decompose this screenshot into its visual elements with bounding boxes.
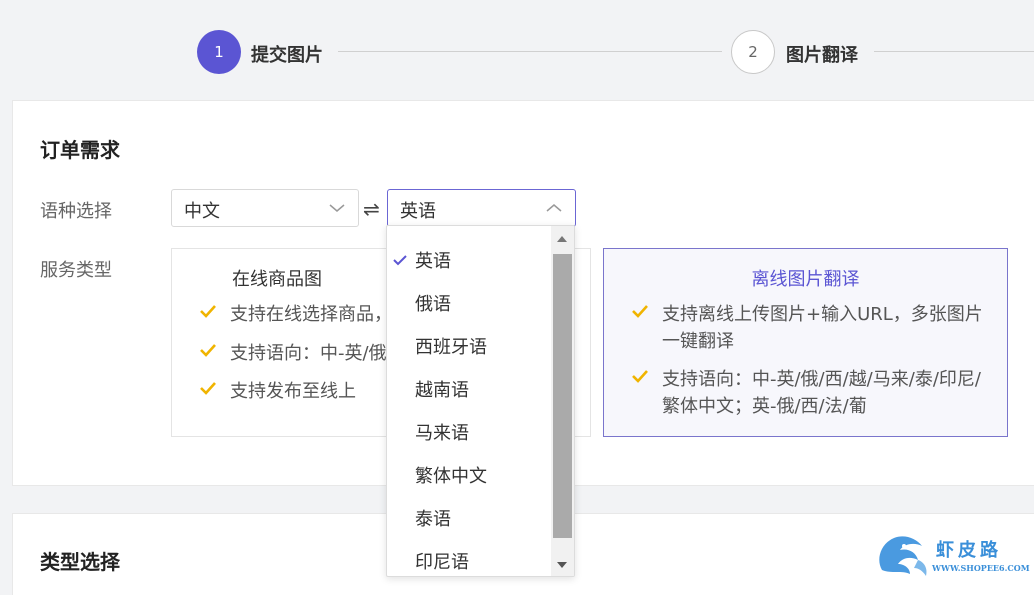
watermark: 虾皮路 WWW.SHOPEE6.COM	[874, 530, 1030, 585]
feature-text: 支持语向：中-英/俄/西/越/马来/泰/印尼/繁体中文；英-俄/西/法/葡	[662, 369, 981, 417]
step-connector	[874, 51, 1034, 52]
feature-item: 支持发布至线上	[200, 378, 356, 405]
step-connector	[338, 51, 722, 52]
feature-text: 支持发布至线上	[230, 381, 356, 402]
step-1-label: 提交图片	[251, 45, 323, 66]
dropdown-option-selected[interactable]: 英语	[387, 240, 551, 283]
target-language-select[interactable]: 英语	[387, 189, 576, 227]
language-label: 语种选择	[40, 201, 112, 222]
source-language-select[interactable]: 中文	[171, 189, 359, 227]
swap-languages-icon[interactable]: ⇌	[363, 197, 380, 221]
section-title: 类型选择	[40, 550, 120, 574]
dropdown-option[interactable]: 西班牙语	[387, 326, 551, 369]
feature-text: 支持语向：中-英/俄	[230, 343, 387, 364]
check-icon	[632, 305, 648, 318]
feature-item: 支持离线上传图片+输入URL，多张图片一键翻译	[632, 301, 992, 355]
dropdown-option[interactable]: 俄语	[387, 283, 551, 326]
scroll-up-icon[interactable]	[557, 236, 567, 242]
dropdown-option[interactable]: 马来语	[387, 412, 551, 455]
source-language-value: 中文	[184, 201, 220, 222]
target-language-value: 英语	[400, 201, 436, 222]
service-type-label: 服务类型	[40, 260, 112, 281]
watermark-url: WWW.SHOPEE6.COM	[932, 563, 1030, 573]
feature-text: 支持离线上传图片+输入URL，多张图片一键翻译	[662, 304, 983, 352]
dropdown-option[interactable]: 繁体中文	[387, 455, 551, 498]
scroll-down-icon[interactable]	[557, 562, 567, 568]
section-title: 订单需求	[40, 138, 120, 162]
dragon-logo-icon	[879, 536, 927, 576]
chevron-up-icon	[546, 204, 562, 212]
step-2-label: 图片翻译	[786, 45, 858, 66]
step-2-indicator: 2	[731, 30, 775, 74]
option-label: 英语	[415, 251, 451, 272]
service-option-title: 离线图片翻译	[751, 269, 860, 290]
check-icon	[632, 370, 648, 383]
stepper: 1 提交图片 2 图片翻译	[0, 0, 1034, 100]
feature-text: 支持在线选择商品，	[230, 304, 392, 325]
watermark-text: 虾皮路	[936, 540, 1002, 561]
service-option-offline[interactable]: 离线图片翻译 支持离线上传图片+输入URL，多张图片一键翻译 支持语向：中-英/…	[603, 248, 1008, 437]
target-language-dropdown[interactable]: 英语 俄语 西班牙语 越南语 马来语 繁体中文 泰语 印尼语	[386, 225, 575, 577]
scroll-thumb[interactable]	[553, 254, 572, 538]
check-icon	[200, 305, 216, 318]
feature-item: 支持在线选择商品，	[200, 301, 392, 328]
check-icon	[200, 344, 216, 357]
dropdown-option[interactable]: 泰语	[387, 498, 551, 541]
check-icon	[200, 382, 216, 395]
chevron-down-icon	[329, 204, 345, 212]
dropdown-option[interactable]: 印尼语	[387, 541, 551, 576]
check-icon	[393, 255, 407, 266]
dropdown-option[interactable]: 越南语	[387, 369, 551, 412]
feature-item: 支持语向：中-英/俄	[200, 340, 387, 367]
step-1-indicator: 1	[197, 30, 241, 74]
dropdown-scrollbar[interactable]	[551, 226, 574, 576]
feature-item: 支持语向：中-英/俄/西/越/马来/泰/印尼/繁体中文；英-俄/西/法/葡	[632, 366, 992, 420]
